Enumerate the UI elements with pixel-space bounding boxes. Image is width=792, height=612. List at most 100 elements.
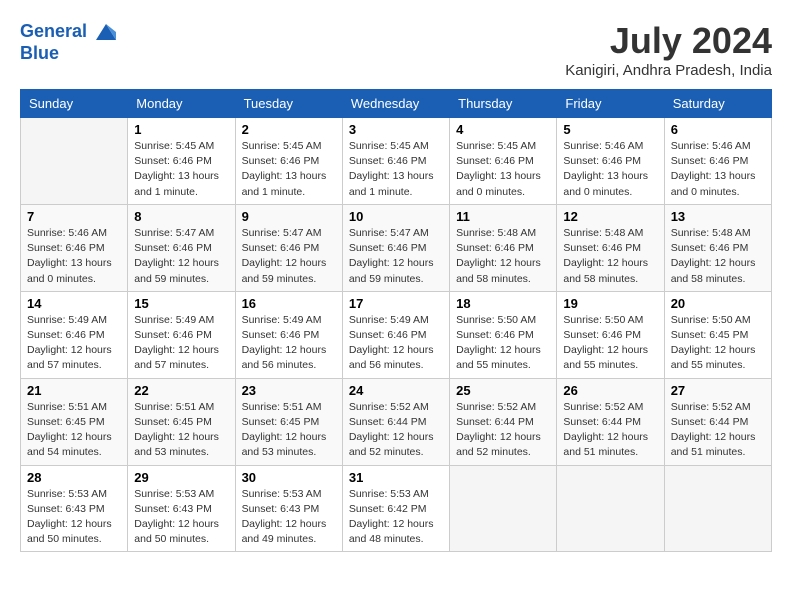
day-number: 24 — [349, 383, 443, 398]
day-number: 9 — [242, 209, 336, 224]
week-row-4: 21Sunrise: 5:51 AMSunset: 6:45 PMDayligh… — [21, 378, 772, 465]
day-cell: 28 Sunrise: 5:53 AMSunset: 6:43 PMDayligh… — [21, 465, 128, 552]
day-info: Sunrise: 5:45 AMSunset: 6:46 PMDaylight:… — [242, 139, 336, 200]
day-number: 25 — [456, 383, 550, 398]
header-row: SundayMondayTuesdayWednesdayThursdayFrid… — [21, 90, 772, 118]
header-cell-friday: Friday — [557, 90, 664, 118]
day-cell — [450, 465, 557, 552]
week-row-3: 14 Sunrise: 5:49 AMSunset: 6:46 PMDayligh… — [21, 291, 772, 378]
day-cell: 17 Sunrise: 5:49 AMSunset: 6:46 PMDayligh… — [342, 291, 449, 378]
day-cell: 27Sunrise: 5:52 AMSunset: 6:44 PMDayligh… — [664, 378, 771, 465]
day-info: Sunrise: 5:49 AMSunset: 6:46 PMDaylight:… — [242, 313, 336, 374]
day-cell — [557, 465, 664, 552]
title-block: July 2024 Kanigiri, Andhra Pradesh, Indi… — [565, 20, 772, 79]
day-cell: 2 Sunrise: 5:45 AMSunset: 6:46 PMDaylight… — [235, 118, 342, 205]
header-cell-sunday: Sunday — [21, 90, 128, 118]
day-number: 18 — [456, 296, 550, 311]
day-number: 12 — [563, 209, 657, 224]
month-title: July 2024 — [565, 20, 772, 62]
logo-blue: Blue — [20, 43, 59, 63]
page-header: General Blue July 2024 Kanigiri, Andhra … — [20, 20, 772, 79]
day-info: Sunrise: 5:52 AMSunset: 6:44 PMDaylight:… — [349, 400, 443, 461]
header-cell-saturday: Saturday — [664, 90, 771, 118]
logo-icon — [94, 20, 118, 44]
day-number: 8 — [134, 209, 228, 224]
day-info: Sunrise: 5:47 AMSunset: 6:46 PMDaylight:… — [349, 226, 443, 287]
day-info: Sunrise: 5:45 AMSunset: 6:46 PMDaylight:… — [134, 139, 228, 200]
day-cell: 13 Sunrise: 5:48 AMSunset: 6:46 PMDayligh… — [664, 204, 771, 291]
day-info: Sunrise: 5:53 AMSunset: 6:42 PMDaylight:… — [349, 487, 443, 548]
day-number: 7 — [27, 209, 121, 224]
day-info: Sunrise: 5:48 AMSunset: 6:46 PMDaylight:… — [671, 226, 765, 287]
day-info: Sunrise: 5:46 AMSunset: 6:46 PMDaylight:… — [671, 139, 765, 200]
logo: General Blue — [20, 20, 118, 64]
logo-general: General — [20, 21, 87, 41]
logo-text: General Blue — [20, 20, 118, 64]
day-cell: 1 Sunrise: 5:45 AMSunset: 6:46 PMDaylight… — [128, 118, 235, 205]
day-cell: 5Sunrise: 5:46 AMSunset: 6:46 PMDaylight… — [557, 118, 664, 205]
day-cell: 7 Sunrise: 5:46 AMSunset: 6:46 PMDaylight… — [21, 204, 128, 291]
day-number: 13 — [671, 209, 765, 224]
day-cell: 20 Sunrise: 5:50 AMSunset: 6:45 PMDayligh… — [664, 291, 771, 378]
day-number: 6 — [671, 122, 765, 137]
day-info: Sunrise: 5:49 AMSunset: 6:46 PMDaylight:… — [349, 313, 443, 374]
day-info: Sunrise: 5:53 AMSunset: 6:43 PMDaylight:… — [242, 487, 336, 548]
day-number: 26 — [563, 383, 657, 398]
header-cell-thursday: Thursday — [450, 90, 557, 118]
day-number: 3 — [349, 122, 443, 137]
week-row-5: 28 Sunrise: 5:53 AMSunset: 6:43 PMDayligh… — [21, 465, 772, 552]
day-number: 16 — [242, 296, 336, 311]
day-cell: 23 Sunrise: 5:51 AMSunset: 6:45 PMDayligh… — [235, 378, 342, 465]
day-info: Sunrise: 5:50 AMSunset: 6:45 PMDaylight:… — [671, 313, 765, 374]
day-info: Sunrise: 5:48 AMSunset: 6:46 PMDaylight:… — [456, 226, 550, 287]
day-cell — [21, 118, 128, 205]
day-cell: 14 Sunrise: 5:49 AMSunset: 6:46 PMDayligh… — [21, 291, 128, 378]
header-cell-monday: Monday — [128, 90, 235, 118]
day-number: 4 — [456, 122, 550, 137]
day-info: Sunrise: 5:45 AMSunset: 6:46 PMDaylight:… — [456, 139, 550, 200]
day-number: 10 — [349, 209, 443, 224]
day-cell: 19Sunrise: 5:50 AMSunset: 6:46 PMDayligh… — [557, 291, 664, 378]
day-cell: 18 Sunrise: 5:50 AMSunset: 6:46 PMDayligh… — [450, 291, 557, 378]
week-row-1: 1 Sunrise: 5:45 AMSunset: 6:46 PMDaylight… — [21, 118, 772, 205]
calendar-table: SundayMondayTuesdayWednesdayThursdayFrid… — [20, 89, 772, 552]
header-cell-wednesday: Wednesday — [342, 90, 449, 118]
day-cell: 26Sunrise: 5:52 AMSunset: 6:44 PMDayligh… — [557, 378, 664, 465]
day-info: Sunrise: 5:49 AMSunset: 6:46 PMDaylight:… — [27, 313, 121, 374]
day-cell: 29Sunrise: 5:53 AMSunset: 6:43 PMDayligh… — [128, 465, 235, 552]
day-number: 1 — [134, 122, 228, 137]
day-number: 15 — [134, 296, 228, 311]
day-number: 5 — [563, 122, 657, 137]
day-number: 14 — [27, 296, 121, 311]
day-number: 2 — [242, 122, 336, 137]
day-number: 28 — [27, 470, 121, 485]
day-number: 20 — [671, 296, 765, 311]
day-info: Sunrise: 5:46 AMSunset: 6:46 PMDaylight:… — [27, 226, 121, 287]
day-info: Sunrise: 5:51 AMSunset: 6:45 PMDaylight:… — [134, 400, 228, 461]
day-cell: 30 Sunrise: 5:53 AMSunset: 6:43 PMDayligh… — [235, 465, 342, 552]
location: Kanigiri, Andhra Pradesh, India — [565, 62, 772, 79]
day-info: Sunrise: 5:50 AMSunset: 6:46 PMDaylight:… — [456, 313, 550, 374]
day-cell: 4 Sunrise: 5:45 AMSunset: 6:46 PMDaylight… — [450, 118, 557, 205]
day-cell: 15Sunrise: 5:49 AMSunset: 6:46 PMDayligh… — [128, 291, 235, 378]
day-info: Sunrise: 5:51 AMSunset: 6:45 PMDaylight:… — [242, 400, 336, 461]
header-cell-tuesday: Tuesday — [235, 90, 342, 118]
day-number: 17 — [349, 296, 443, 311]
day-info: Sunrise: 5:51 AMSunset: 6:45 PMDaylight:… — [27, 400, 121, 461]
day-info: Sunrise: 5:47 AMSunset: 6:46 PMDaylight:… — [134, 226, 228, 287]
day-cell: 12 Sunrise: 5:48 AMSunset: 6:46 PMDayligh… — [557, 204, 664, 291]
day-info: Sunrise: 5:45 AMSunset: 6:46 PMDaylight:… — [349, 139, 443, 200]
day-info: Sunrise: 5:48 AMSunset: 6:46 PMDaylight:… — [563, 226, 657, 287]
day-cell — [664, 465, 771, 552]
day-cell: 24 Sunrise: 5:52 AMSunset: 6:44 PMDayligh… — [342, 378, 449, 465]
day-cell: 8 Sunrise: 5:47 AMSunset: 6:46 PMDaylight… — [128, 204, 235, 291]
day-info: Sunrise: 5:53 AMSunset: 6:43 PMDaylight:… — [27, 487, 121, 548]
day-cell: 6 Sunrise: 5:46 AMSunset: 6:46 PMDaylight… — [664, 118, 771, 205]
day-info: Sunrise: 5:50 AMSunset: 6:46 PMDaylight:… — [563, 313, 657, 374]
day-number: 23 — [242, 383, 336, 398]
day-info: Sunrise: 5:52 AMSunset: 6:44 PMDaylight:… — [456, 400, 550, 461]
day-number: 11 — [456, 209, 550, 224]
day-cell: 9Sunrise: 5:47 AMSunset: 6:46 PMDaylight… — [235, 204, 342, 291]
day-number: 30 — [242, 470, 336, 485]
day-number: 22 — [134, 383, 228, 398]
